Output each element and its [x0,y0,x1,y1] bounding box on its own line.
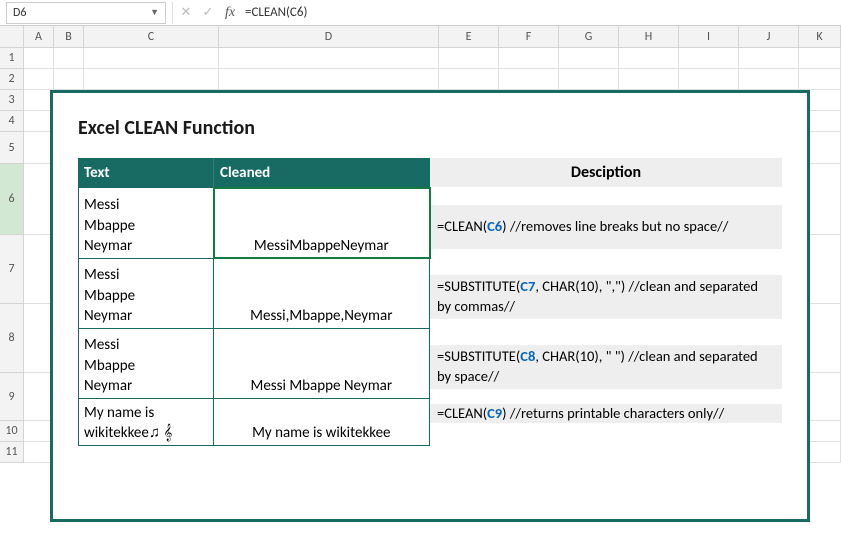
cell[interactable] [679,69,739,90]
column-header[interactable]: I [679,26,739,48]
row-header[interactable]: 7 [0,235,24,304]
row-headers: 1234567891011 [0,48,24,463]
table-row: MessiMbappeNeymarMessi,Mbappe,Neymar [78,259,430,329]
confirm-icon[interactable]: ✓ [201,5,215,20]
name-box-dropdown-icon[interactable]: ▼ [150,7,159,18]
row-header[interactable]: 3 [0,90,24,111]
fx-icon[interactable]: fx [223,5,237,21]
cell-text[interactable]: MessiMbappeNeymar [79,188,214,258]
name-box-value: D6 [13,6,150,20]
row-header[interactable]: 10 [0,421,24,442]
row-header[interactable]: 9 [0,373,24,421]
cell[interactable] [54,69,84,90]
name-box[interactable]: D6 ▼ [6,2,166,24]
table-header-row: Text Cleaned [78,158,430,188]
header-cleaned: Cleaned [213,158,430,188]
content-panel: Excel CLEAN Function Text Cleaned MessiM… [50,90,810,522]
row-header[interactable]: 2 [0,69,24,90]
cell[interactable] [619,48,679,69]
cell-cleaned[interactable]: MessiMbappeNeymar [214,188,430,258]
cell[interactable] [619,69,679,90]
cell[interactable] [799,48,841,69]
column-header[interactable]: D [219,26,439,48]
cell-cleaned[interactable]: Messi,Mbappe,Neymar [214,259,430,328]
description-cell[interactable]: =CLEAN(C6) //removes line breaks but no … [430,203,782,249]
header-text: Text [78,158,213,188]
column-header[interactable]: B [54,26,84,48]
description-table: Desciption =CLEAN(C6) //removes line bre… [430,158,782,446]
column-header[interactable]: H [619,26,679,48]
cancel-icon[interactable]: ✕ [179,5,193,20]
description-cell[interactable]: =SUBSTITUTE(C7, CHAR(10), ",") //clean a… [430,273,782,319]
cell[interactable] [499,69,559,90]
cell[interactable] [739,48,799,69]
formula-bar-icons: ✕ ✓ fx [179,5,237,21]
row-header[interactable]: 4 [0,111,24,132]
cell[interactable] [559,48,619,69]
description-cell[interactable]: =CLEAN(C9) //returns printable character… [430,402,782,423]
cell[interactable] [84,69,219,90]
cell[interactable] [439,69,499,90]
column-header[interactable]: G [559,26,619,48]
cell[interactable] [24,48,54,69]
cell-reference: C6 [487,217,502,235]
column-header[interactable]: A [24,26,54,48]
select-all-corner[interactable] [0,26,24,48]
column-headers: ABCDEFGHIJK [24,26,841,48]
table-row: MessiMbappeNeymarMessiMbappeNeymar [78,188,430,259]
row-header[interactable]: 8 [0,304,24,373]
column-header[interactable]: K [799,26,841,48]
cell-cleaned[interactable]: My name is wikitekkee [214,399,430,445]
cell[interactable] [219,69,439,90]
description-cell[interactable]: =SUBSTITUTE(C8, CHAR(10), " ") //clean a… [430,343,782,389]
row-header[interactable]: 11 [0,442,24,463]
cell-reference: C7 [520,277,535,295]
cell-cleaned[interactable]: Messi Mbappe Neymar [214,329,430,398]
header-description: Desciption [430,158,782,188]
cell[interactable] [739,69,799,90]
column-header[interactable]: J [739,26,799,48]
cell[interactable] [499,48,559,69]
cell[interactable] [54,48,84,69]
cell-text[interactable]: MessiMbappeNeymar [79,259,214,328]
page-title: Excel CLEAN Function [78,116,782,140]
cell[interactable] [679,48,739,69]
cell[interactable] [84,48,219,69]
column-header[interactable]: E [439,26,499,48]
cell[interactable] [439,48,499,69]
cell-reference: C8 [520,347,535,365]
cell-text[interactable]: My name iswikitekkee♫ 𝄞 [79,399,214,445]
column-header[interactable]: F [499,26,559,48]
cell[interactable] [219,48,439,69]
row-header[interactable]: 6 [0,164,24,235]
cell-reference: C9 [487,404,502,422]
formula-input[interactable]: =CLEAN(C6) [237,5,841,20]
cell[interactable] [24,69,54,90]
formula-bar: D6 ▼ ✕ ✓ fx =CLEAN(C6) [0,0,841,26]
table-row: My name iswikitekkee♫ 𝄞My name is wikite… [78,399,430,446]
column-header[interactable]: C [84,26,219,48]
row-header[interactable]: 1 [0,48,24,69]
cell[interactable] [799,69,841,90]
data-table: Text Cleaned MessiMbappeNeymarMessiMbapp… [78,158,430,446]
separator [172,2,173,24]
row-header[interactable]: 5 [0,132,24,164]
table-row: MessiMbappeNeymarMessi Mbappe Neymar [78,329,430,399]
cell[interactable] [559,69,619,90]
cell-text[interactable]: MessiMbappeNeymar [79,329,214,398]
